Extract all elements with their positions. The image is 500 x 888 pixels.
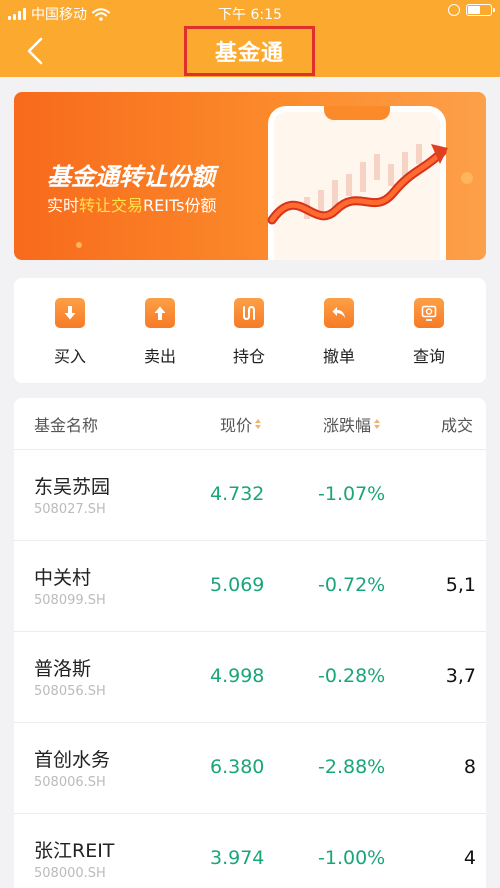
sort-icon (374, 419, 381, 429)
battery-icon (466, 4, 495, 16)
fund-change: -0.28% (318, 665, 386, 687)
rotation-lock-icon (448, 4, 460, 16)
arrow-down-icon (55, 298, 85, 328)
table-row[interactable]: 东吴苏园 508027.SH 4.732 -1.07% (14, 450, 486, 541)
column-header-volume[interactable]: 成交 (441, 412, 473, 436)
page-title: 基金通 (184, 26, 315, 76)
decorative-dot (461, 172, 473, 184)
undo-icon (324, 298, 354, 328)
fund-price: 3.974 (210, 847, 265, 869)
banner-title: 基金通转让份额 (47, 163, 215, 191)
fund-name: 张江REIT (34, 840, 115, 862)
decorative-dot (76, 242, 82, 248)
fund-price: 4.998 (210, 665, 265, 687)
fund-code: 508000.SH (34, 866, 106, 881)
fund-price: 6.380 (210, 756, 265, 778)
fund-code: 508027.SH (34, 502, 106, 517)
fund-change: -1.00% (318, 847, 386, 869)
holdings-icon (234, 298, 264, 328)
fund-volume: 4 (463, 847, 476, 869)
column-header-price[interactable]: 现价 (220, 412, 262, 436)
menu-item-cancel-order[interactable]: 撤单 (304, 298, 374, 367)
status-bar: 中国移动 下午 6:15 (0, 0, 500, 26)
menu-item-buy[interactable]: 买入 (35, 298, 105, 367)
fund-volume: 5,1 (445, 574, 476, 596)
menu-item-sell[interactable]: 卖出 (125, 298, 195, 367)
fund-code: 508056.SH (34, 684, 106, 699)
table-row[interactable]: 普洛斯 508056.SH 4.998 -0.28% 3,7 (14, 632, 486, 723)
status-time: 下午 6:15 (218, 7, 282, 23)
chevron-left-icon (27, 37, 43, 65)
banner-subtitle-highlight: 转让交易 (79, 196, 144, 215)
fund-volume: 3,7 (445, 665, 476, 687)
search-icon (414, 298, 444, 328)
fund-name: 东吴苏园 (34, 476, 111, 498)
fund-volume: 8 (463, 756, 476, 778)
fund-name: 中关村 (34, 567, 92, 589)
menu-item-holdings[interactable]: 持仓 (214, 298, 284, 367)
promo-banner[interactable]: 基金通转让份额 实时转让交易REITs份额 (14, 92, 486, 260)
app-header: 中国移动 下午 6:15 基金通 (0, 0, 500, 77)
column-header-name: 基金名称 (34, 416, 99, 435)
sort-icon (255, 419, 262, 429)
fund-change: -0.72% (318, 574, 386, 596)
fund-price: 4.732 (210, 483, 265, 505)
action-menu: 买入 卖出 持仓 撤单 查询 (14, 278, 486, 383)
back-button[interactable] (22, 36, 48, 66)
column-header-change[interactable]: 涨跌幅 (323, 412, 381, 436)
table-header: 基金名称 现价 涨跌幅 成交 (14, 398, 486, 450)
fund-price: 5.069 (210, 574, 265, 596)
fund-table: 基金名称 现价 涨跌幅 成交 东吴苏园 508027.SH 4.732 -1.0… (14, 398, 486, 888)
fund-change: -2.88% (318, 756, 386, 778)
menu-item-query[interactable]: 查询 (394, 298, 464, 367)
fund-change: -1.07% (318, 483, 386, 505)
fund-code: 508099.SH (34, 593, 106, 608)
table-row[interactable]: 首创水务 508006.SH 6.380 -2.88% 8 (14, 723, 486, 814)
arrow-up-icon (145, 298, 175, 328)
table-row[interactable]: 中关村 508099.SH 5.069 -0.72% 5,1 (14, 541, 486, 632)
fund-name: 普洛斯 (34, 658, 92, 680)
fund-name: 首创水务 (34, 749, 111, 771)
fund-code: 508006.SH (34, 775, 106, 790)
table-row[interactable]: 张江REIT 508000.SH 3.974 -1.00% 4 (14, 814, 486, 888)
banner-subtitle: 实时转让交易REITs份额 (47, 196, 217, 215)
